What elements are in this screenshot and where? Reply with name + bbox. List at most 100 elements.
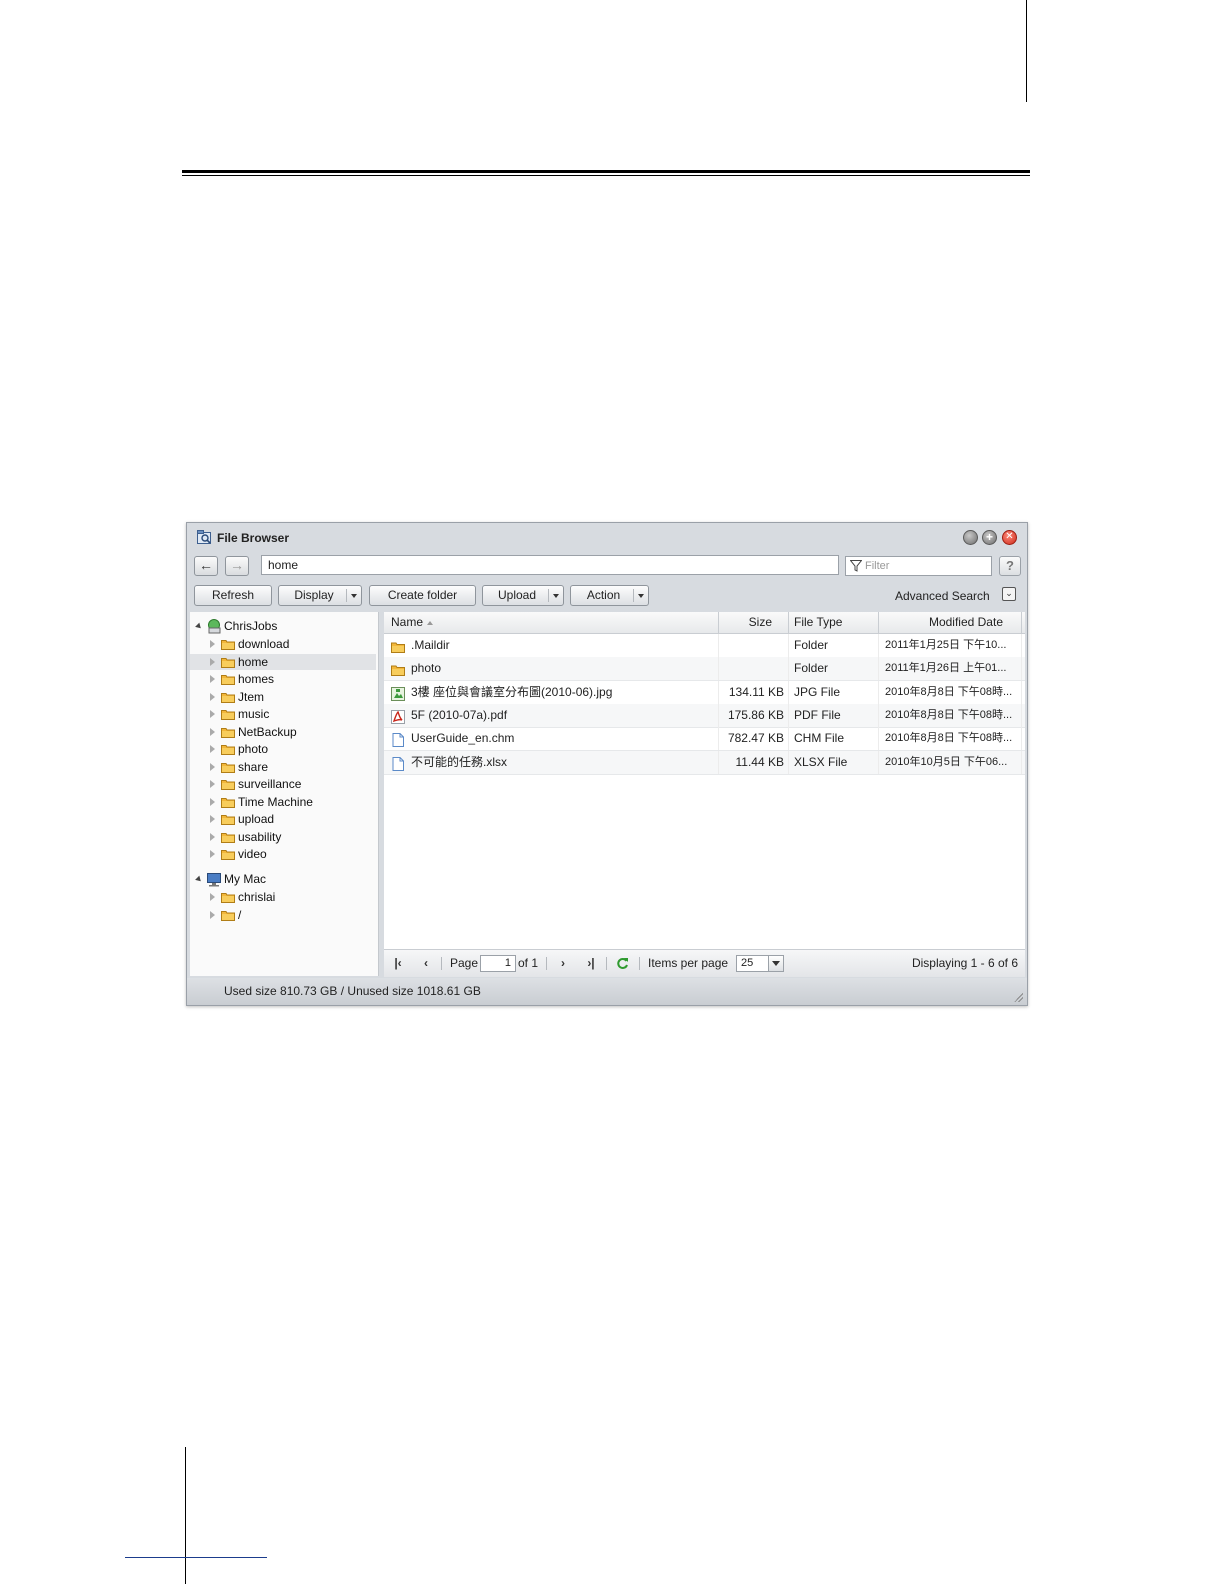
maximize-button[interactable]: + (982, 530, 997, 545)
tree-folder-video[interactable]: video (190, 846, 376, 862)
expand-arrow-icon[interactable] (210, 657, 215, 666)
tree-folder-home[interactable]: home (190, 653, 376, 670)
tree-folder-label: chrislai (238, 890, 276, 904)
button-separator (548, 589, 549, 602)
first-page-icon: |‹ (394, 956, 402, 970)
folder-icon (221, 778, 235, 790)
page-number-input[interactable]: 1 (480, 955, 516, 972)
tree-root-local[interactable]: My Mac (190, 871, 376, 887)
file-row[interactable]: 不可能的任務.xlsx 11.44 KB XLSX File 2010年10月5日 下… (384, 750, 1025, 775)
action-menu-button[interactable]: Action (570, 585, 649, 606)
previous-page-button[interactable]: ‹ (419, 957, 433, 969)
column-header-modified-date[interactable]: Modified Date (879, 612, 1022, 633)
expand-arrow-icon[interactable] (210, 815, 215, 823)
forward-button[interactable]: → (225, 556, 249, 576)
tree-folder-time-machine[interactable]: Time Machine (190, 794, 376, 810)
column-header-file-type[interactable]: File Type (789, 612, 879, 633)
page-margin-line-bottom (185, 1447, 186, 1584)
items-per-page-select[interactable]: 25 (736, 955, 784, 972)
expand-arrow-icon[interactable] (210, 780, 215, 788)
tree-folder-label: video (238, 847, 267, 861)
image-file-icon (391, 686, 405, 701)
path-input[interactable]: home (261, 555, 839, 575)
filter-input[interactable]: Filter (845, 556, 992, 576)
tree-folder-surveillance[interactable]: surveillance (190, 776, 376, 792)
upload-menu-button[interactable]: Upload (482, 585, 564, 606)
tree-folder-download[interactable]: download (190, 636, 376, 652)
tree-folder-jtem[interactable]: Jtem (190, 689, 376, 705)
title-bar[interactable]: File Browser + ✕ (187, 523, 1027, 553)
tree-root-label: ChrisJobs (224, 619, 278, 633)
expand-arrow-icon[interactable] (210, 727, 215, 736)
file-row[interactable]: 5F (2010-07a).pdf 175.86 KB PDF File 2010年8… (384, 703, 1025, 728)
chevron-left-icon: ‹ (424, 956, 428, 970)
tree-folder-usability[interactable]: usability (190, 829, 376, 845)
file-row[interactable]: photo Folder 2011年1月26日 上午01... (384, 657, 1025, 682)
advanced-search-link[interactable]: Advanced Search (895, 589, 990, 603)
file-type: PDF File (789, 703, 879, 727)
tree-folder-root[interactable]: / (190, 907, 376, 923)
tree-folder-label: download (238, 637, 290, 651)
tree-folder-label: photo (238, 742, 269, 756)
file-name: 5F (2010-07a).pdf (411, 707, 508, 722)
resize-grip-icon[interactable] (1013, 992, 1023, 1002)
expand-arrow-icon[interactable] (210, 640, 215, 648)
folder-icon (221, 909, 235, 921)
refresh-button-label: Refresh (211, 588, 255, 602)
file-row[interactable]: UserGuide_en.chm 782.47 KB CHM File 2010年8月… (384, 727, 1025, 752)
file-size: 175.86 KB (719, 703, 789, 727)
folder-icon (221, 848, 235, 860)
expand-arrow-icon[interactable] (210, 692, 215, 701)
last-page-button[interactable]: ›| (584, 957, 598, 969)
expand-arrow-icon[interactable] (210, 832, 215, 841)
tree-folder-chrislai[interactable]: chrislai (190, 889, 376, 905)
display-menu-button[interactable]: Display (278, 585, 362, 606)
expand-arrow-icon[interactable] (210, 850, 215, 858)
minimize-button[interactable] (963, 530, 978, 545)
tree-root-server[interactable]: ChrisJobs (190, 618, 376, 634)
column-header-name[interactable]: Name (384, 612, 719, 633)
close-button[interactable]: ✕ (1002, 530, 1017, 545)
file-name-cell: 3樓 座位與會議室分布圖(2010-06).jpg (384, 680, 719, 704)
expand-arrow-icon[interactable] (210, 762, 215, 771)
file-name: 3樓 座位與會議室分布圖(2010-06).jpg (411, 684, 613, 699)
sort-ascending-icon (427, 620, 434, 625)
expand-arrow-icon[interactable] (210, 745, 215, 753)
folder-icon (221, 673, 235, 685)
file-modified-date: 2011年1月25日 下午10... (879, 634, 1022, 657)
refresh-button[interactable]: Refresh (194, 585, 272, 606)
expand-arrow-icon[interactable] (210, 910, 215, 919)
expand-arrow-icon[interactable] (210, 710, 215, 718)
paging-toolbar: |‹ ‹ Page 1 of 1 › ›| Items per page 25 … (384, 949, 1025, 977)
tree-folder-netbackup[interactable]: NetBackup (190, 724, 376, 740)
button-separator (346, 589, 347, 602)
pager-separator (639, 957, 640, 970)
expand-arrow-icon[interactable] (210, 797, 215, 806)
tree-folder-label: / (238, 907, 242, 922)
refresh-icon[interactable] (616, 957, 629, 970)
last-page-icon: ›| (587, 956, 595, 970)
create-folder-button[interactable]: Create folder (369, 585, 476, 606)
tree-folder-label: Jtem (238, 689, 265, 704)
expand-arrow-icon[interactable] (210, 893, 215, 901)
pdf-file-icon (391, 709, 405, 724)
tree-folder-homes[interactable]: homes (190, 671, 376, 687)
column-header-size[interactable]: Size (719, 612, 789, 633)
next-page-button[interactable]: › (556, 957, 570, 969)
file-row[interactable]: 3樓 座位與會議室分布圖(2010-06).jpg 134.11 KB JPG Fi… (384, 680, 1025, 705)
first-page-button[interactable]: |‹ (391, 957, 405, 969)
arrow-right-icon: → (230, 557, 244, 573)
tree-folder-upload[interactable]: upload (190, 811, 376, 827)
back-button[interactable]: ← (194, 556, 218, 576)
advanced-search-toggle[interactable]: ⌄ (1002, 587, 1016, 601)
collapse-arrow-icon[interactable] (195, 622, 203, 631)
tree-folder-music[interactable]: music (190, 706, 376, 722)
expand-arrow-icon[interactable] (210, 675, 215, 683)
tree-folder-share[interactable]: share (190, 759, 376, 775)
collapse-arrow-icon[interactable] (195, 875, 203, 884)
server-icon (208, 619, 221, 634)
file-type: Folder (789, 657, 879, 681)
help-button[interactable]: ? (999, 556, 1021, 576)
file-row[interactable]: .Maildir Folder 2011年1月25日 下午10... (384, 634, 1025, 658)
tree-folder-photo[interactable]: photo (190, 741, 376, 757)
